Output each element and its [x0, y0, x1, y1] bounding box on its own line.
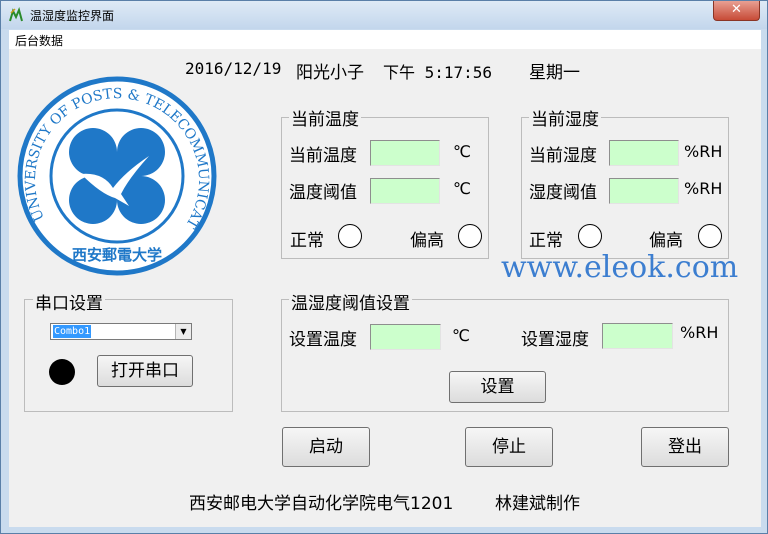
current-temp-field[interactable]: [370, 140, 440, 166]
hum-threshold-field[interactable]: [609, 178, 679, 204]
chevron-down-icon[interactable]: ▼: [175, 324, 191, 339]
serial-port-value: Combo1: [53, 325, 92, 338]
threshold-settings-title: 温湿度阈值设置: [289, 289, 412, 314]
menu-bar: 后台数据: [9, 30, 761, 50]
current-temp-label: 当前温度: [289, 146, 357, 166]
footer-credit: 西安邮电大学自动化学院电气1201: [189, 494, 454, 514]
close-button[interactable]: ✕: [713, 1, 760, 21]
close-icon: ✕: [731, 2, 742, 17]
set-button[interactable]: 设置: [449, 371, 546, 403]
current-humidity-title: 当前湿度: [529, 105, 601, 130]
footer-author: 林建斌制作: [495, 494, 580, 514]
serial-settings-title: 串口设置: [33, 289, 105, 314]
hum-threshold-label: 湿度阈值: [529, 183, 597, 203]
stop-button[interactable]: 停止: [465, 427, 553, 467]
serial-status-indicator: [49, 359, 75, 385]
university-logo: XI'AN UNIVERSITY OF POSTS & TELECOMMUNIC…: [17, 76, 217, 276]
header-weekday: 星期一: [529, 63, 580, 83]
temp-threshold-field[interactable]: [370, 178, 440, 204]
temp-high-indicator: [458, 224, 482, 248]
watermark-text: www.eleok.com: [501, 250, 739, 285]
app-window: 温湿度监控界面 ✕ 后台数据 2016/12/19 阳光小子 下午 5:17:5…: [0, 0, 768, 534]
header-author: 阳光小子: [296, 63, 364, 83]
start-button[interactable]: 启动: [282, 427, 370, 467]
open-serial-button[interactable]: 打开串口: [97, 355, 193, 387]
window-title: 温湿度监控界面: [30, 9, 115, 23]
logout-button[interactable]: 登出: [641, 427, 729, 467]
temp-threshold-unit: ℃: [453, 179, 471, 198]
hum-normal-indicator: [578, 224, 602, 248]
title-bar[interactable]: 温湿度监控界面 ✕: [1, 1, 767, 29]
serial-port-select[interactable]: Combo1 ▼: [50, 323, 192, 340]
menu-item-backend-data[interactable]: 后台数据: [15, 32, 63, 49]
set-hum-field[interactable]: [602, 323, 673, 349]
temp-normal-label: 正常: [290, 231, 324, 251]
set-temp-label: 设置温度: [289, 330, 357, 350]
main-panel: 2016/12/19 阳光小子 下午 5:17:56 星期一 XI'AN UNI…: [9, 49, 761, 527]
current-temp-unit: ℃: [453, 142, 471, 161]
app-icon: [9, 7, 23, 22]
temp-normal-indicator: [338, 224, 362, 248]
current-temperature-title: 当前温度: [289, 105, 361, 130]
current-hum-unit: %RH: [684, 142, 723, 161]
set-temp-unit: ℃: [452, 326, 470, 345]
hum-high-label: 偏高: [649, 231, 683, 251]
current-hum-label: 当前湿度: [529, 146, 597, 166]
current-hum-field[interactable]: [609, 140, 679, 166]
set-temp-field[interactable]: [370, 324, 441, 350]
logo-chinese-name: 西安郵電大学: [72, 246, 162, 264]
temp-high-label: 偏高: [410, 231, 444, 251]
set-hum-label: 设置湿度: [521, 330, 589, 350]
hum-threshold-unit: %RH: [684, 179, 723, 198]
hum-high-indicator: [698, 224, 722, 248]
set-hum-unit: %RH: [680, 323, 719, 342]
temp-threshold-label: 温度阈值: [289, 183, 357, 203]
hum-normal-label: 正常: [529, 231, 563, 251]
header-time: 下午 5:17:56: [383, 63, 493, 82]
